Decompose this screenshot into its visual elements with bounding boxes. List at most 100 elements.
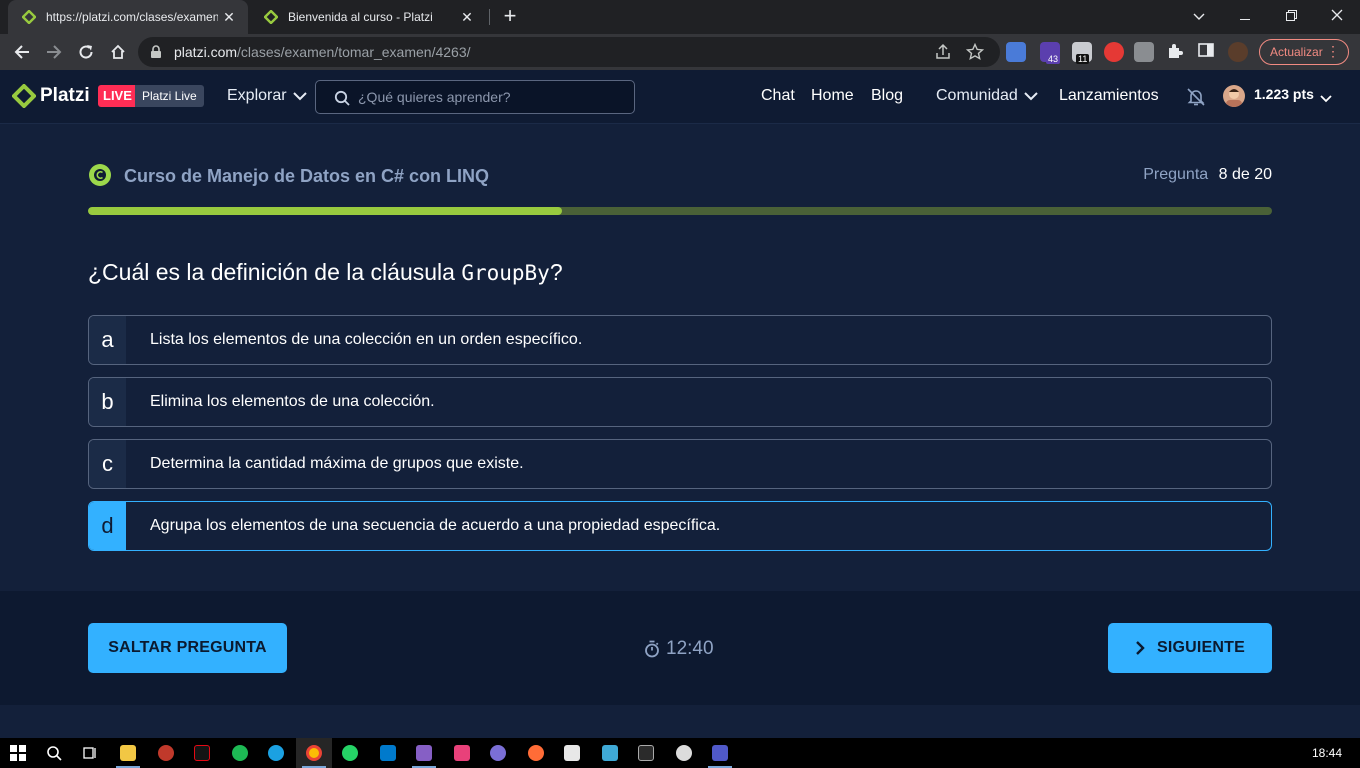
profile-avatar[interactable] bbox=[1228, 42, 1248, 62]
user-avatar[interactable] bbox=[1223, 85, 1245, 107]
tab-title: https://platzi.com/clases/examen bbox=[46, 10, 218, 24]
postman-icon[interactable] bbox=[518, 738, 554, 768]
home-icon[interactable] bbox=[104, 38, 132, 66]
translate-extension-icon[interactable] bbox=[1006, 42, 1026, 62]
side-panel-icon[interactable] bbox=[1198, 42, 1218, 62]
more-vertical-icon[interactable]: ⋮ bbox=[1326, 42, 1340, 60]
option-letter: b bbox=[89, 378, 126, 426]
chrome-icon[interactable] bbox=[296, 738, 332, 768]
search-box[interactable] bbox=[315, 80, 635, 114]
option-text: Agrupa los elementos de una secuencia de… bbox=[150, 517, 721, 534]
extension-icon[interactable] bbox=[1134, 42, 1154, 62]
points-counter[interactable]: 1.223 pts bbox=[1254, 86, 1314, 102]
tab-welcome[interactable]: Bienvenida al curso - Platzi ✕ bbox=[250, 0, 486, 34]
answer-option-b[interactable]: b Elimina los elementos de una colección… bbox=[88, 377, 1272, 427]
close-tab-icon[interactable]: ✕ bbox=[218, 9, 240, 26]
question-label: Pregunta bbox=[1143, 166, 1209, 183]
nav-launches[interactable]: Lanzamientos bbox=[1059, 87, 1159, 105]
community-label: Comunidad bbox=[936, 87, 1018, 104]
app-icon[interactable] bbox=[592, 738, 628, 768]
browser-tab-strip: https://platzi.com/clases/examen ✕ Bienv… bbox=[0, 0, 1360, 34]
jetbrains-icon[interactable] bbox=[444, 738, 480, 768]
timer: 12:40 bbox=[644, 638, 714, 660]
taskbar-search-icon[interactable] bbox=[36, 738, 72, 768]
address-bar[interactable]: platzi.com/clases/examen/tomar_examen/42… bbox=[138, 37, 1000, 67]
teams-icon[interactable] bbox=[702, 738, 738, 768]
new-tab-icon[interactable]: + bbox=[498, 4, 522, 28]
option-letter: c bbox=[89, 440, 126, 488]
answer-option-d[interactable]: d Agrupa los elementos de una secuencia … bbox=[88, 501, 1272, 551]
minimize-icon[interactable] bbox=[1222, 0, 1268, 34]
tab-title: Bienvenida al curso - Platzi bbox=[288, 10, 433, 24]
nav-chat[interactable]: Chat bbox=[761, 87, 795, 105]
taskbar-clock: 18:44 bbox=[1311, 746, 1342, 760]
tab-divider bbox=[489, 9, 490, 25]
option-text: Lista los elementos de una colección en … bbox=[150, 331, 583, 348]
option-text: Elimina los elementos de una colección. bbox=[150, 393, 435, 410]
puzzle-extensions-icon[interactable] bbox=[1166, 42, 1186, 62]
question-text: ¿Cuál es la definición de la cláusula Gr… bbox=[88, 259, 563, 285]
option-letter: a bbox=[89, 316, 126, 364]
app-icon[interactable] bbox=[554, 738, 590, 768]
forward-arrow-icon[interactable] bbox=[40, 38, 68, 66]
live-badge[interactable]: LIVE bbox=[98, 85, 137, 107]
platzi-logo[interactable]: Platzi bbox=[12, 84, 90, 108]
explore-label: Explorar bbox=[227, 87, 287, 104]
answer-option-a[interactable]: a Lista los elementos de una colección e… bbox=[88, 315, 1272, 365]
answer-option-c[interactable]: c Determina la cantidad máxima de grupos… bbox=[88, 439, 1272, 489]
nav-blog[interactable]: Blog bbox=[871, 87, 903, 105]
chevron-down-icon[interactable] bbox=[1320, 90, 1332, 108]
visual-studio-icon[interactable] bbox=[406, 738, 442, 768]
quiz-progress-fill bbox=[88, 207, 562, 215]
quiz-footer: SALTAR PREGUNTA 12:40 SIGUIENTE bbox=[0, 591, 1360, 705]
windows-start-icon[interactable] bbox=[0, 738, 36, 768]
extension-badge: 11 bbox=[1076, 54, 1090, 64]
chevron-down-icon bbox=[292, 91, 307, 100]
platzi-live-link[interactable]: Platzi Live bbox=[135, 85, 204, 107]
next-button[interactable]: SIGUIENTE bbox=[1108, 623, 1272, 673]
terminal-icon[interactable] bbox=[628, 738, 664, 768]
question-counter: Pregunta 8 de 20 bbox=[1143, 166, 1272, 184]
update-button[interactable]: Actualizar ⋮ bbox=[1259, 39, 1349, 65]
reload-icon[interactable] bbox=[72, 38, 100, 66]
quiz-progress-bar bbox=[88, 207, 1272, 215]
search-input[interactable] bbox=[358, 87, 618, 107]
skip-question-button[interactable]: SALTAR PREGUNTA bbox=[88, 623, 287, 673]
search-icon bbox=[334, 90, 350, 111]
page-background bbox=[0, 705, 1360, 738]
course-badge-icon bbox=[89, 164, 111, 186]
chevron-right-icon bbox=[1136, 641, 1145, 655]
netflix-icon[interactable] bbox=[184, 738, 220, 768]
explore-menu[interactable]: Explorar bbox=[227, 87, 307, 105]
close-tab-icon[interactable]: ✕ bbox=[456, 9, 478, 26]
app-icon[interactable] bbox=[148, 738, 184, 768]
task-view-icon[interactable] bbox=[72, 738, 108, 768]
vscode-icon[interactable] bbox=[370, 738, 406, 768]
nav-home[interactable]: Home bbox=[811, 87, 854, 105]
back-arrow-icon[interactable] bbox=[8, 38, 36, 66]
browser-toolbar: platzi.com/clases/examen/tomar_examen/42… bbox=[0, 34, 1360, 70]
file-explorer-icon[interactable] bbox=[110, 738, 146, 768]
community-menu[interactable]: Comunidad bbox=[936, 87, 1038, 105]
bookmark-star-icon[interactable] bbox=[965, 42, 985, 61]
tab-search-chevron-icon[interactable] bbox=[1176, 0, 1222, 34]
extension-badge: 43 bbox=[1046, 54, 1061, 64]
site-header: Platzi LIVE Platzi Live Explorar Chat Ho… bbox=[0, 70, 1360, 124]
close-window-icon[interactable] bbox=[1314, 0, 1360, 34]
notifications-off-icon[interactable] bbox=[1186, 87, 1206, 112]
chevron-down-icon bbox=[1024, 91, 1038, 100]
url-text: platzi.com/clases/examen/tomar_examen/42… bbox=[174, 44, 471, 60]
app-icon[interactable] bbox=[480, 738, 516, 768]
question-number: 8 de 20 bbox=[1218, 166, 1272, 183]
whatsapp-icon[interactable] bbox=[332, 738, 368, 768]
spotify-icon[interactable] bbox=[222, 738, 258, 768]
timer-value: 12:40 bbox=[666, 638, 714, 659]
lock-icon[interactable] bbox=[150, 45, 162, 64]
share-icon[interactable] bbox=[934, 43, 952, 61]
option-letter: d bbox=[89, 502, 126, 550]
edge-icon[interactable] bbox=[258, 738, 294, 768]
tab-exam[interactable]: https://platzi.com/clases/examen ✕ bbox=[8, 0, 248, 34]
app-icon[interactable] bbox=[666, 738, 702, 768]
restore-icon[interactable] bbox=[1268, 0, 1314, 34]
extension-icon[interactable] bbox=[1104, 42, 1124, 62]
